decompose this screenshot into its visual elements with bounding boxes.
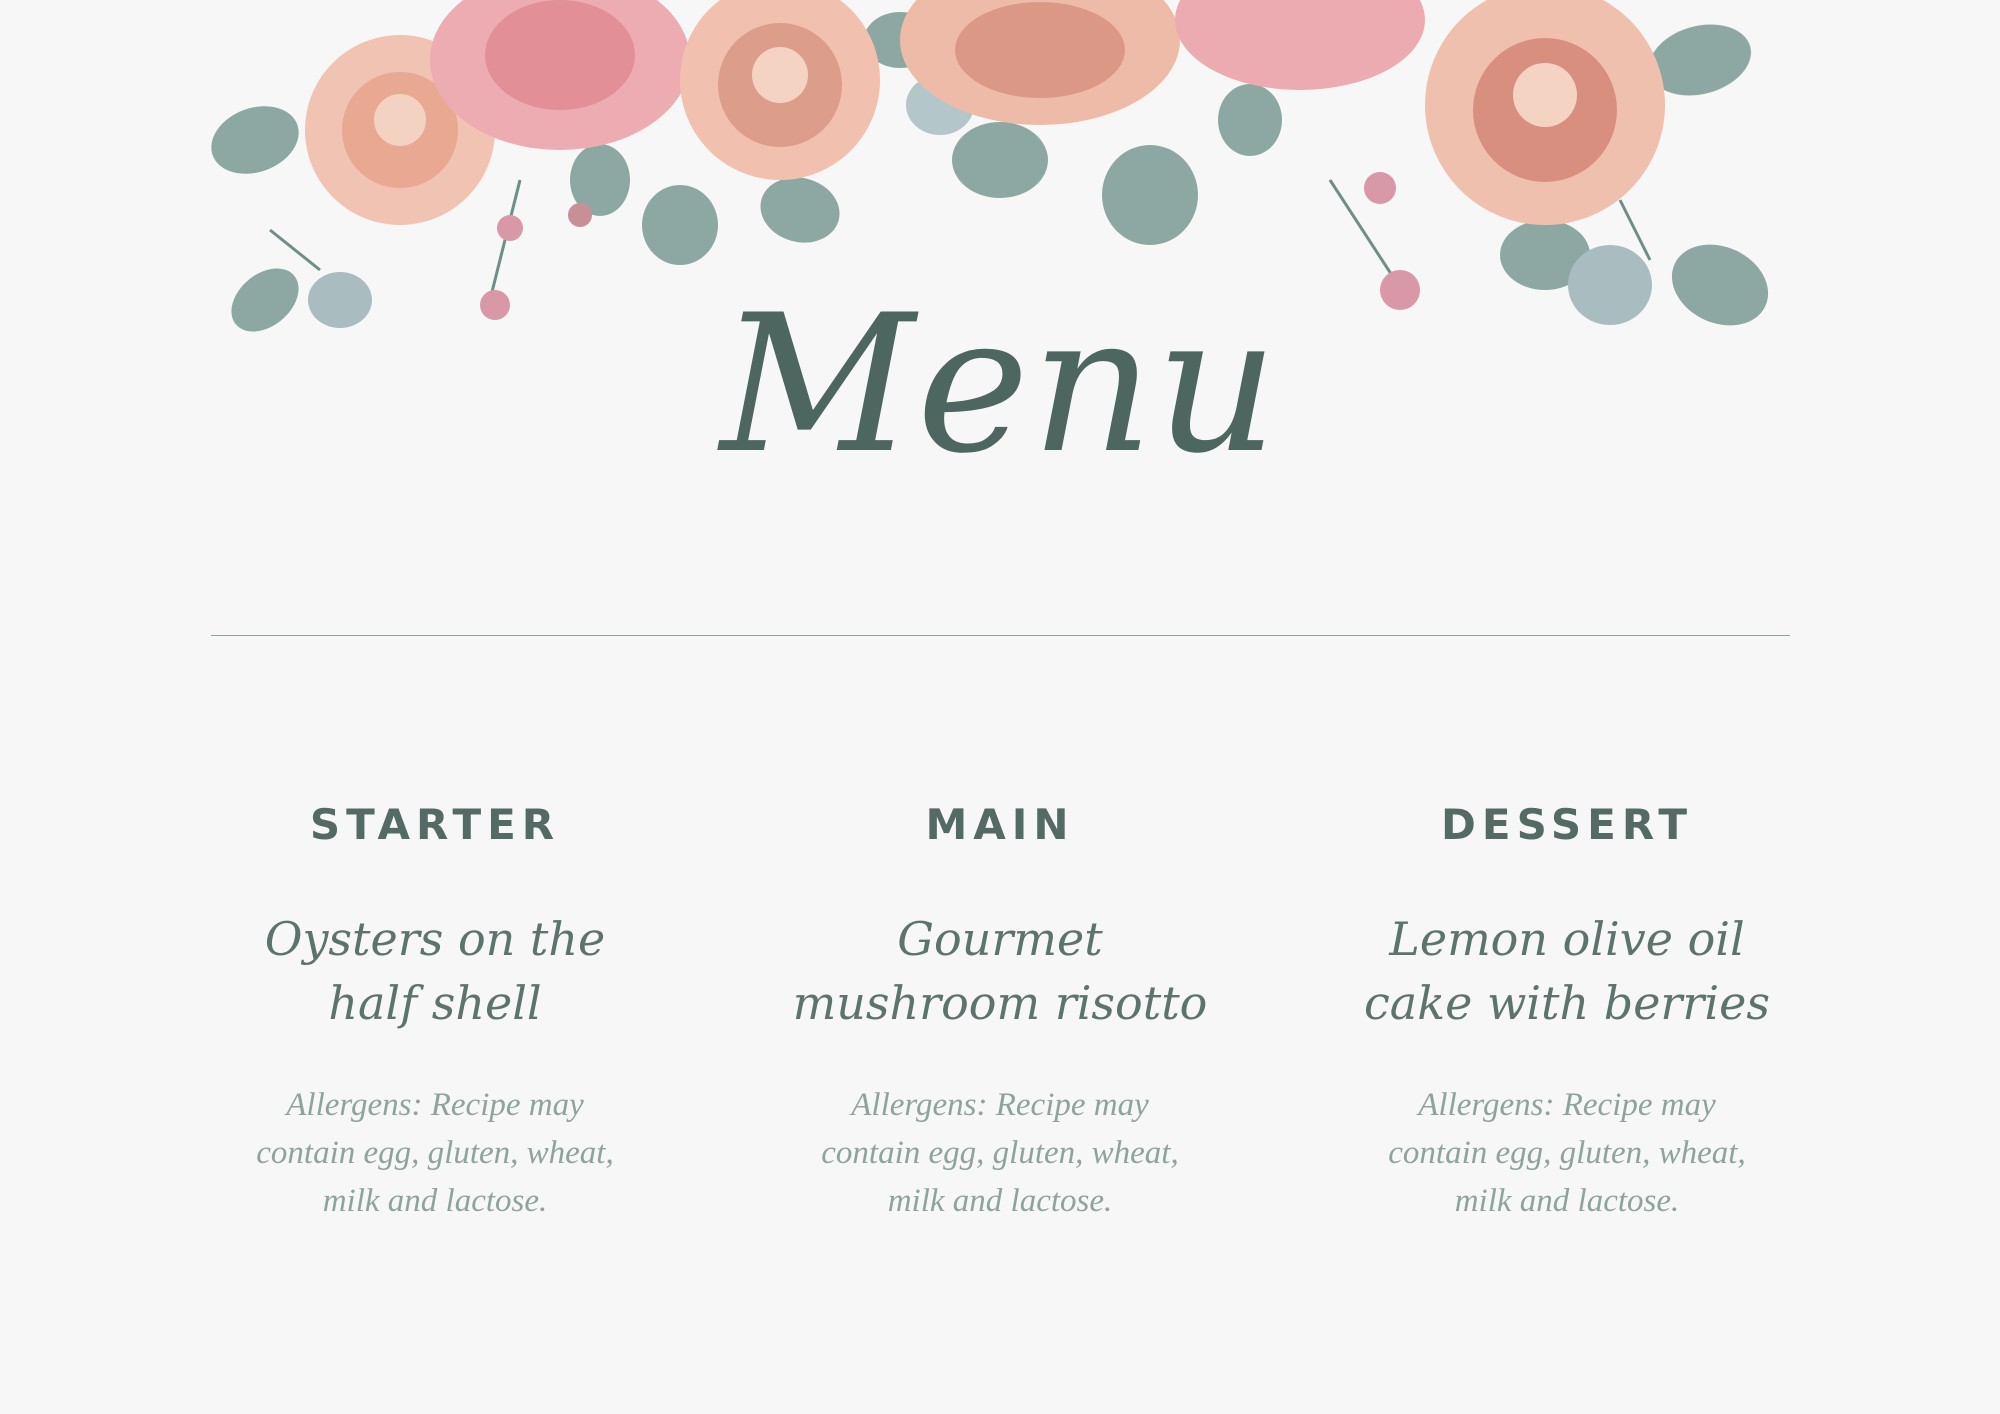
course-heading: STARTER: [309, 800, 561, 849]
section-divider: [211, 635, 1790, 636]
course-column-main: MAIN Gourmet mushroom risotto Allergens:…: [770, 795, 1230, 1225]
allergens-note: Allergens: Recipe may contain egg, glute…: [256, 1087, 614, 1219]
allergens-note: Allergens: Recipe may contain egg, glute…: [1388, 1087, 1746, 1219]
dish-name: Oysters on the half shell: [264, 912, 606, 1030]
allergens-note: Allergens: Recipe may contain egg, glute…: [821, 1087, 1179, 1219]
course-column-starter: STARTER Oysters on the half shell Allerg…: [205, 795, 665, 1225]
course-heading: MAIN: [925, 800, 1075, 849]
course-heading: DESSERT: [1441, 800, 1693, 849]
course-column-dessert: DESSERT Lemon olive oil cake with berrie…: [1337, 795, 1797, 1225]
menu-title: Menu: [720, 274, 1280, 495]
menu-page: Menu STARTER Oysters on the half shell A…: [0, 0, 2000, 1414]
dish-name: Gourmet mushroom risotto: [792, 912, 1208, 1030]
dish-name: Lemon olive oil cake with berries: [1364, 912, 1770, 1030]
